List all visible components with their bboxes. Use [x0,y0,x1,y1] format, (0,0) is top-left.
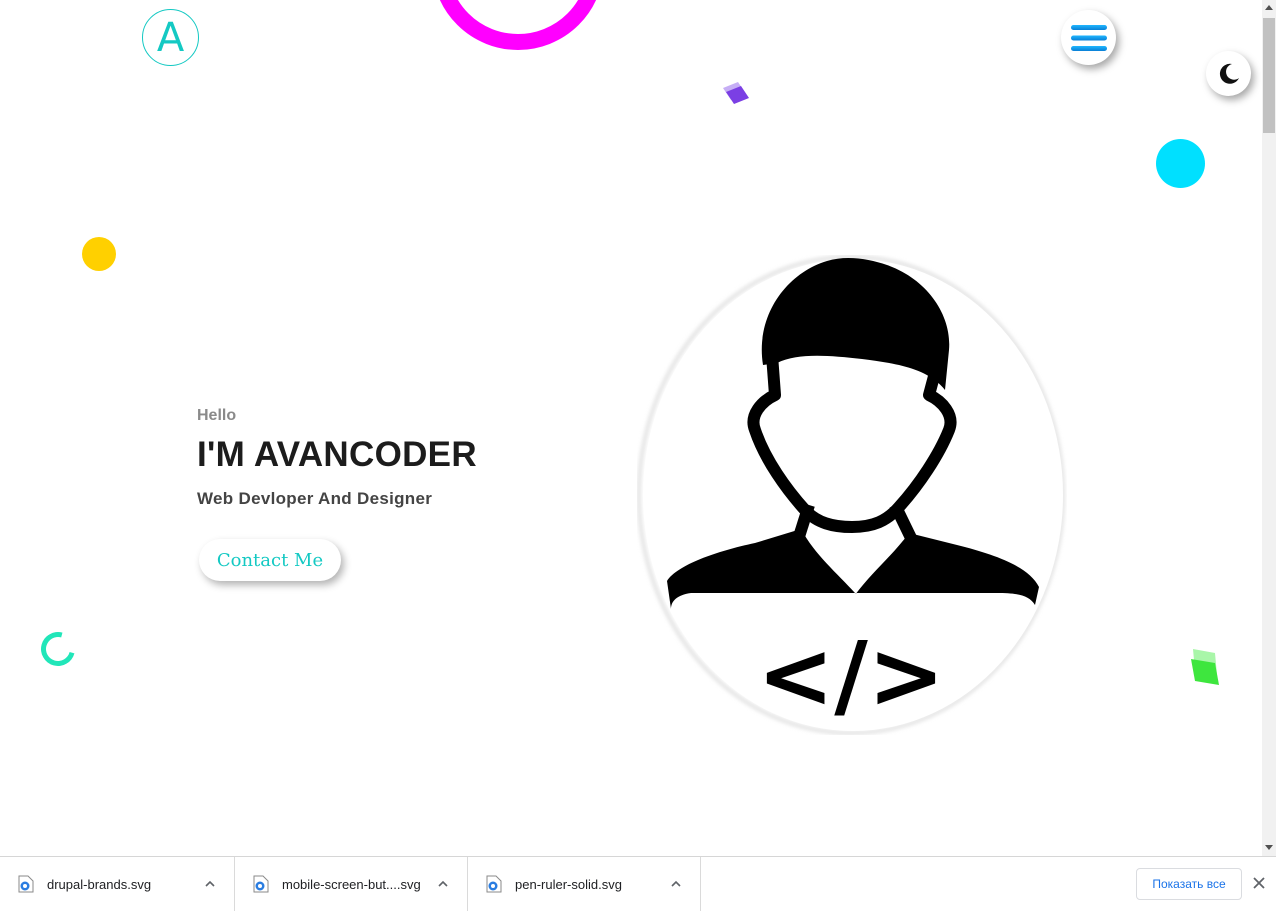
portfolio-page: A Hello I'M AVANCODER Web Devloper And D… [0,0,1262,856]
file-icon [486,875,502,893]
download-filename: pen-ruler-solid.svg [515,877,622,892]
chevron-up-icon[interactable] [204,878,216,890]
green-cube-decoration [1191,649,1219,685]
chevron-up-icon[interactable] [670,878,682,890]
download-item[interactable]: mobile-screen-but....svg [235,857,468,911]
show-all-label: Показать все [1152,877,1226,891]
download-shelf: drupal-brands.svg mobile-screen-but....s… [0,856,1276,911]
developer-avatar: </> [637,255,1067,735]
hero-title: I'M AVANCODER [197,435,477,474]
cyan-dot-decoration [1156,139,1205,188]
yellow-dot-decoration [82,237,116,271]
scroll-up-arrow-icon[interactable] [1265,4,1273,12]
file-icon [253,875,269,893]
logo-letter: A [156,14,185,61]
hamburger-icon [1070,24,1107,51]
magenta-ring-decoration [432,0,604,50]
purple-cube-decoration [723,82,749,104]
site-logo[interactable]: A [142,9,199,66]
scroll-down-arrow-icon[interactable] [1265,843,1273,851]
show-all-downloads-button[interactable]: Показать все [1136,868,1242,900]
close-icon[interactable] [1252,876,1266,890]
chevron-up-icon[interactable] [437,878,449,890]
file-icon [18,875,34,893]
hero-subtitle: Web Devloper And Designer [197,489,433,508]
contact-me-button[interactable]: Contact Me [199,539,341,581]
code-symbol: </> [757,622,945,729]
vertical-scrollbar[interactable] [1262,0,1276,856]
download-filename: mobile-screen-but....svg [282,877,421,892]
moon-icon [1219,63,1239,84]
green-arc-decoration [34,625,82,673]
greeting-text: Hello [197,407,237,424]
developer-avatar-illustration: </> [637,255,1065,735]
scrollbar-thumb[interactable] [1263,18,1275,133]
download-item[interactable]: drupal-brands.svg [0,857,235,911]
menu-button[interactable] [1061,10,1116,65]
theme-toggle-button[interactable] [1206,51,1251,96]
contact-me-label: Contact Me [216,549,324,571]
download-filename: drupal-brands.svg [47,877,152,892]
download-item[interactable]: pen-ruler-solid.svg [468,857,701,911]
hero-text: Hello I'M AVANCODER Web Devloper And Des… [197,407,477,509]
